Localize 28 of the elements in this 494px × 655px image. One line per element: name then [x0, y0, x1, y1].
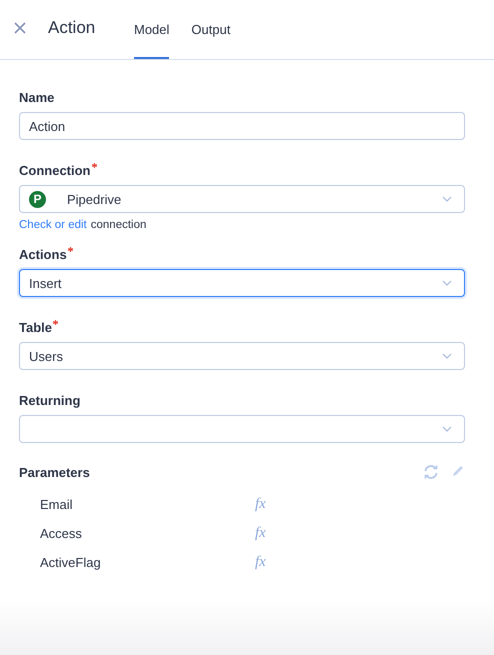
select-field[interactable]: Insert	[19, 269, 465, 297]
section-title: Parameters	[19, 464, 90, 480]
required-icon	[53, 320, 58, 325]
select-field[interactable]: P Pipedrive	[19, 185, 465, 213]
parameter-name: Email	[40, 497, 74, 512]
link[interactable]: Check or edit	[19, 219, 87, 231]
refresh-icon[interactable]	[423, 464, 439, 480]
select-field[interactable]: Users	[19, 342, 465, 370]
parameter-name: ActiveFlag	[40, 555, 102, 570]
required-icon	[68, 247, 73, 252]
field-label: Connection	[19, 163, 90, 178]
link-suffix: connection	[90, 219, 146, 231]
panel-title: Action	[48, 18, 96, 38]
chevron-down-icon	[442, 280, 452, 286]
select-field[interactable]	[19, 415, 465, 443]
logo-icon: P	[29, 190, 46, 208]
text-field[interactable]: Action	[19, 112, 465, 140]
parameter-name: Access	[40, 526, 83, 541]
tab[interactable]: Model	[134, 0, 170, 59]
field-label: Name	[19, 90, 54, 105]
chevron-down-icon	[442, 196, 452, 202]
tab[interactable]: Output	[191, 0, 230, 59]
field-label: Returning	[19, 393, 80, 408]
chevron-down-icon	[442, 353, 452, 359]
field-label: Table	[19, 320, 52, 335]
field-label: Actions	[19, 247, 67, 262]
chevron-down-icon	[442, 426, 452, 432]
required-icon	[92, 163, 96, 168]
